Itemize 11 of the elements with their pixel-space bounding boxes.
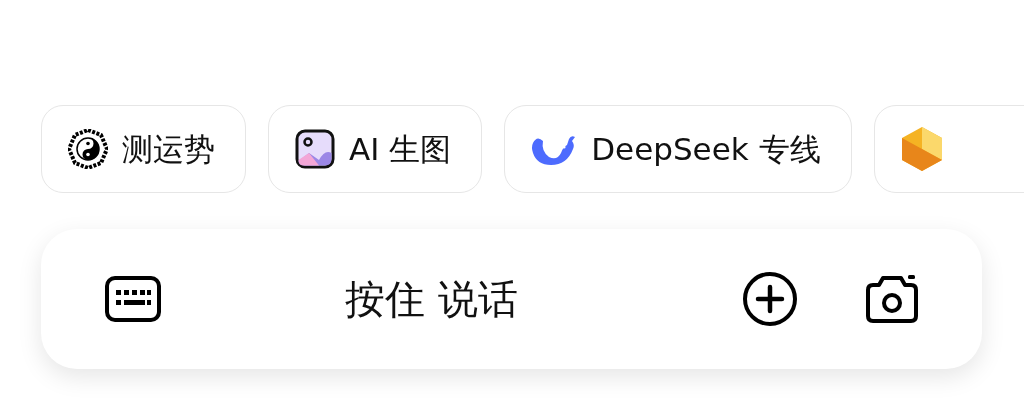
yin-yang-icon (68, 129, 108, 169)
shortcut-chip[interactable] (873, 105, 1024, 193)
plus-icon[interactable] (742, 271, 798, 327)
shortcut-chip[interactable]: 测运势 (41, 105, 246, 193)
camera-icon[interactable] (864, 274, 920, 324)
shortcut-chip[interactable]: AI 生图 (268, 105, 483, 193)
hold-to-talk-button[interactable]: 按住 说话 (161, 271, 662, 327)
shortcut-chip[interactable]: DeepSeek 专线 (504, 105, 852, 193)
image-icon (295, 129, 335, 169)
keyboard-icon[interactable] (105, 276, 161, 322)
hexagon-icon (900, 126, 943, 172)
